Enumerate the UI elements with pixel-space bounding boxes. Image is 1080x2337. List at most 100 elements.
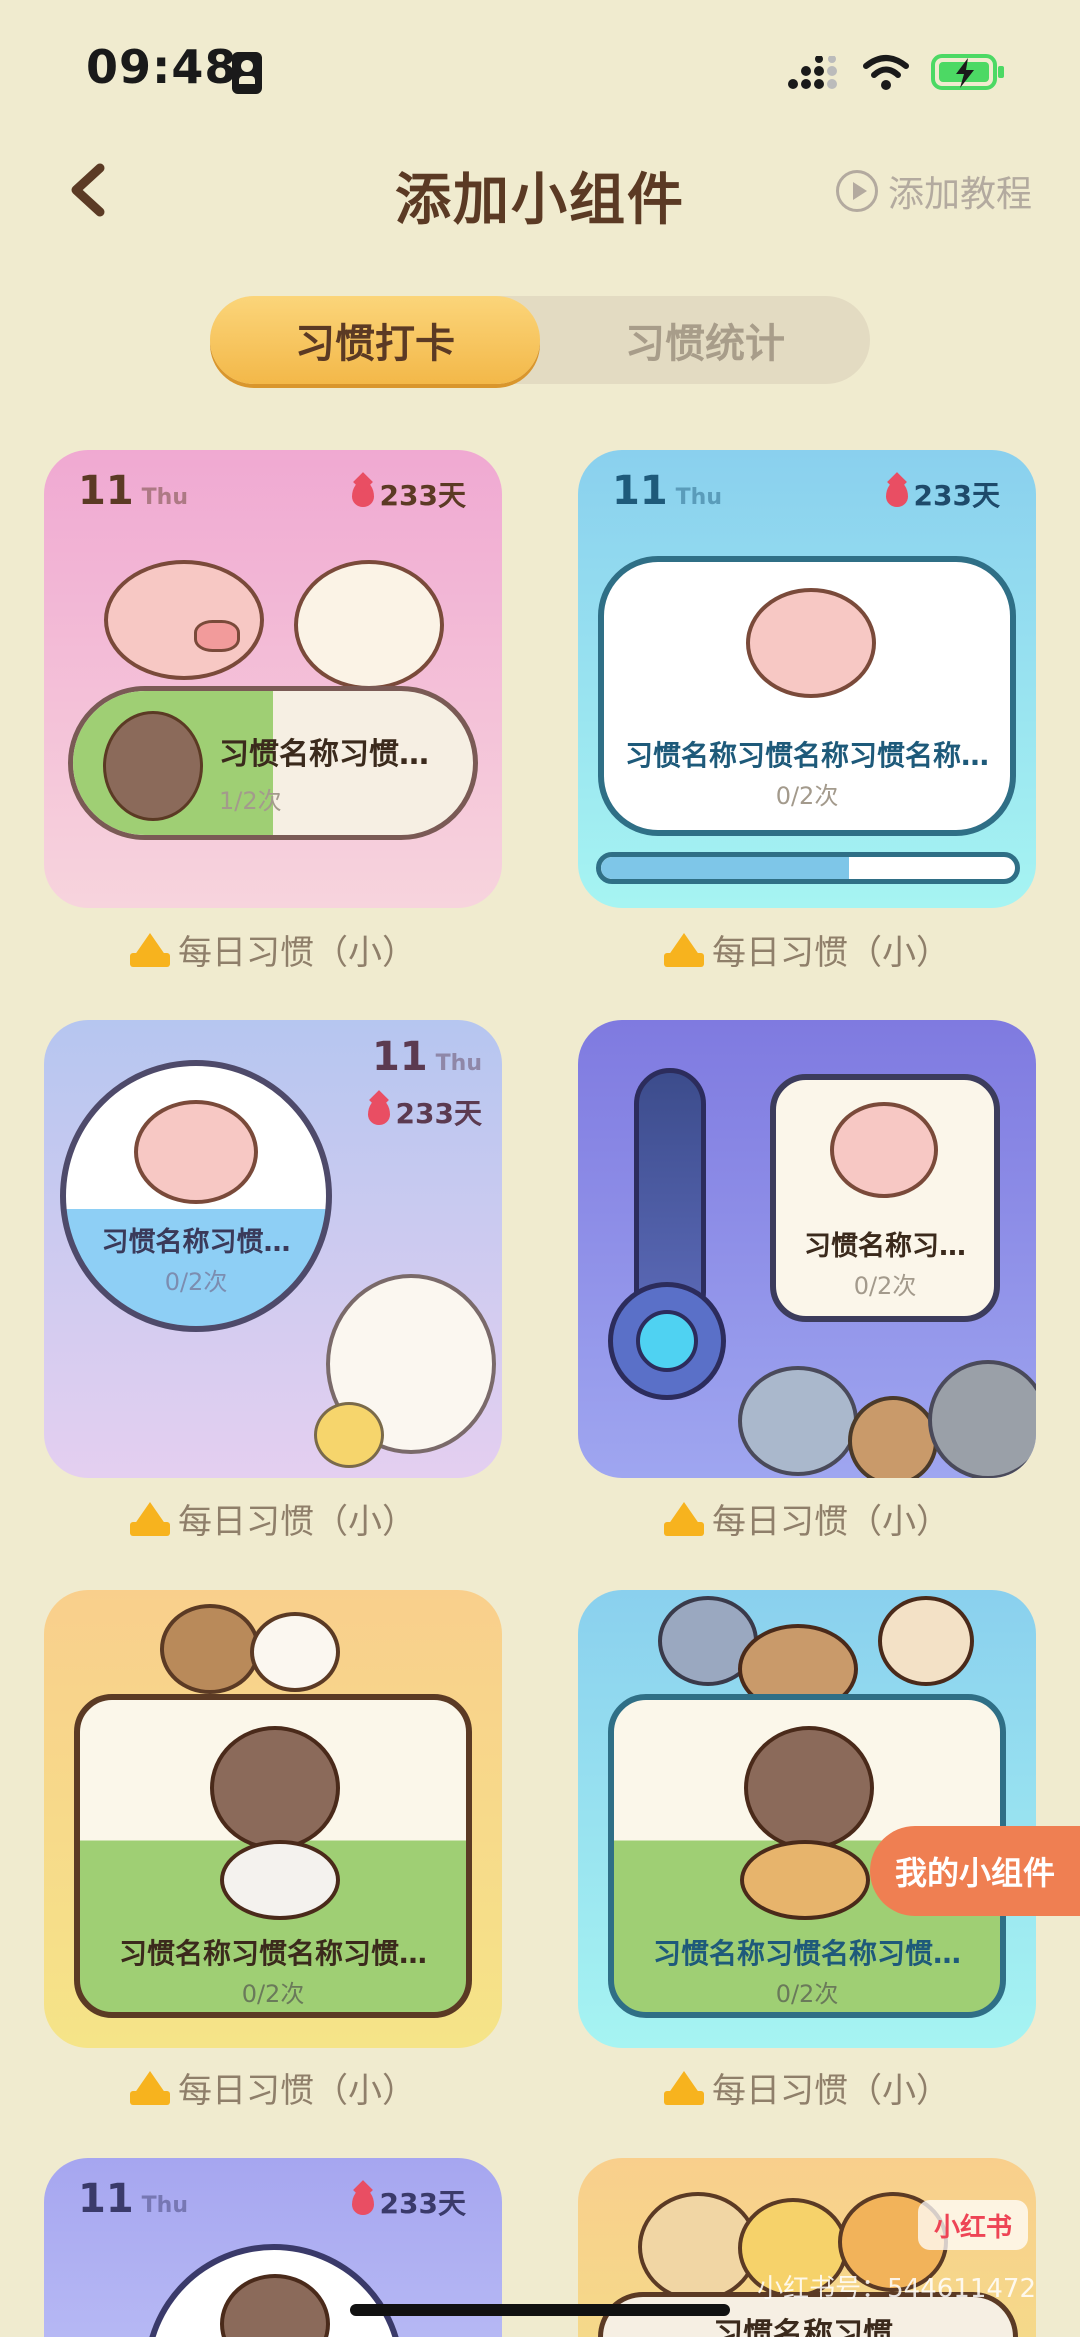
pig-illustration — [746, 588, 876, 698]
crown-icon — [664, 932, 704, 967]
dog-illustration — [744, 1726, 874, 1850]
card-caption-3: 每日习惯（小） — [44, 1494, 502, 1543]
segmented-tabs: 习惯打卡 习惯统计 — [210, 296, 870, 384]
widget-card-2[interactable]: 11 Thu 233天 习惯名称习惯名称习惯名称… 0/2次 — [578, 450, 1036, 908]
pig-illustration — [104, 560, 264, 680]
watermark-logo: 小红书 — [918, 2200, 1028, 2250]
rocket-window — [636, 1310, 698, 1372]
date-day: 11 — [78, 2176, 134, 2222]
caption-text: 每日习惯（小） — [712, 933, 950, 973]
caption-text: 每日习惯（小） — [178, 2071, 416, 2111]
sheep-illustration — [250, 1612, 340, 1692]
id-card-icon — [232, 52, 262, 94]
widget-card-1[interactable]: 11 Thu 233天 习惯名称习惯… 1/2次 — [44, 450, 502, 908]
caption-text: 每日习惯（小） — [712, 1502, 950, 1542]
progress-bar-fill — [601, 857, 850, 879]
crown-icon — [130, 2070, 170, 2105]
habit-count: 0/2次 — [853, 1272, 917, 1300]
crown-icon — [664, 1501, 704, 1536]
card-caption-4: 每日习惯（小） — [578, 1494, 1036, 1543]
elephant-illustration — [928, 1360, 1036, 1478]
squirrel-illustration — [740, 1840, 870, 1920]
habit-pill[interactable]: 习惯名称习惯… 1/2次 — [68, 686, 478, 840]
tutorial-button[interactable]: 添加教程 — [835, 165, 1032, 217]
pig-illustration — [830, 1102, 938, 1198]
date-display: 11 Thu — [78, 468, 188, 514]
date-display: 11 Thu — [612, 468, 722, 514]
card-caption-5: 每日习惯（小） — [44, 2063, 502, 2112]
caption-text: 每日习惯（小） — [712, 2071, 950, 2111]
date-weekday: Thu — [435, 1051, 482, 1076]
tutorial-label: 添加教程 — [887, 174, 1032, 215]
bear-illustration — [160, 1604, 260, 1694]
status-time: 09:48 — [86, 40, 238, 94]
date-display: 11 Thu — [78, 2176, 188, 2222]
dog-illustration — [220, 2274, 330, 2337]
habit-panel[interactable]: 习惯名称习惯名称习惯… 0/2次 — [74, 1694, 472, 2018]
habit-circle[interactable]: 习惯名称习惯… 0/2次 — [60, 1060, 332, 1332]
card-caption-6: 每日习惯（小） — [578, 2063, 1036, 2112]
elephant-illustration — [738, 1366, 858, 1476]
streak-text: 233天 — [379, 479, 466, 512]
dog-illustration — [210, 1726, 340, 1850]
crown-icon — [664, 2070, 704, 2105]
habit-count: 0/2次 — [775, 1980, 839, 2008]
date-day: 11 — [78, 468, 134, 514]
flame-icon — [885, 481, 908, 507]
habit-count: 0/2次 — [241, 1980, 305, 2008]
streak-badge: 233天 — [367, 1092, 482, 1132]
streak-badge: 233天 — [885, 474, 1000, 514]
my-widgets-button[interactable]: 我的小组件 — [870, 1826, 1080, 1916]
tab-habit-stats[interactable]: 习惯统计 — [540, 296, 870, 384]
widget-card-4[interactable]: 习惯名称习… 0/2次 — [578, 1020, 1036, 1478]
flame-icon — [367, 1099, 390, 1125]
streak-badge: 233天 — [351, 474, 466, 514]
habit-name: 习惯名称习惯名称习惯… — [652, 1937, 961, 1970]
habit-name: 习惯名称习惯… — [219, 737, 429, 772]
widget-card-6[interactable]: 习惯名称习惯名称习惯… 0/2次 — [578, 1590, 1036, 2048]
widget-card-3[interactable]: 11 Thu 233天 习惯名称习惯… 0/2次 — [44, 1020, 502, 1478]
habit-count: 0/2次 — [164, 1268, 228, 1296]
crown-icon — [130, 1501, 170, 1536]
flame-icon — [351, 2189, 374, 2215]
pig-illustration — [134, 1100, 258, 1204]
streak-text: 233天 — [379, 2187, 466, 2220]
cellular-icon — [788, 55, 838, 90]
flame-icon — [351, 481, 374, 507]
battery-icon — [930, 50, 1006, 94]
habit-name: 习惯名称习惯… — [713, 2317, 923, 2337]
date-day: 11 — [612, 468, 668, 514]
date-day: 11 — [371, 1034, 428, 1080]
tab-habit-checkin[interactable]: 习惯打卡 — [210, 296, 540, 384]
pig-snout — [194, 620, 240, 652]
habit-name: 习惯名称习惯… — [101, 1227, 291, 1258]
streak-badge: 233天 — [351, 2182, 466, 2222]
habit-circle[interactable] — [144, 2244, 404, 2337]
widget-card-5[interactable]: 习惯名称习惯名称习惯… 0/2次 — [44, 1590, 502, 2048]
home-indicator — [350, 2304, 730, 2316]
date-display: 11 Thu — [372, 1034, 482, 1080]
streak-text: 233天 — [913, 479, 1000, 512]
caption-text: 每日习惯（小） — [178, 1502, 416, 1542]
cat-illustration — [878, 1596, 974, 1686]
habit-panel[interactable]: 习惯名称习惯名称习惯名称… 0/2次 — [598, 556, 1016, 836]
habit-name: 习惯名称习惯名称习惯… — [118, 1937, 427, 1970]
date-weekday: Thu — [141, 485, 189, 510]
date-weekday: Thu — [141, 2193, 189, 2218]
dog-avatar — [103, 711, 203, 821]
play-icon — [835, 170, 878, 212]
habit-name: 习惯名称习惯名称习惯名称… — [624, 739, 989, 772]
habit-count: 1/2次 — [219, 787, 282, 815]
crown-icon — [130, 932, 170, 967]
watermark-text: 小红书号：544611472 — [757, 2274, 1036, 2304]
date-weekday: Thu — [675, 485, 723, 510]
caption-text: 每日习惯（小） — [178, 933, 416, 973]
card-caption-2: 每日习惯（小） — [578, 925, 1036, 974]
habit-bubble[interactable]: 习惯名称习… 0/2次 — [770, 1074, 1000, 1322]
progress-bar — [596, 852, 1020, 884]
squirrel-illustration — [848, 1396, 938, 1478]
star-illustration — [314, 1402, 384, 1468]
card-caption-1: 每日习惯（小） — [44, 925, 502, 974]
habit-count: 0/2次 — [775, 782, 839, 810]
wifi-icon — [862, 52, 910, 92]
